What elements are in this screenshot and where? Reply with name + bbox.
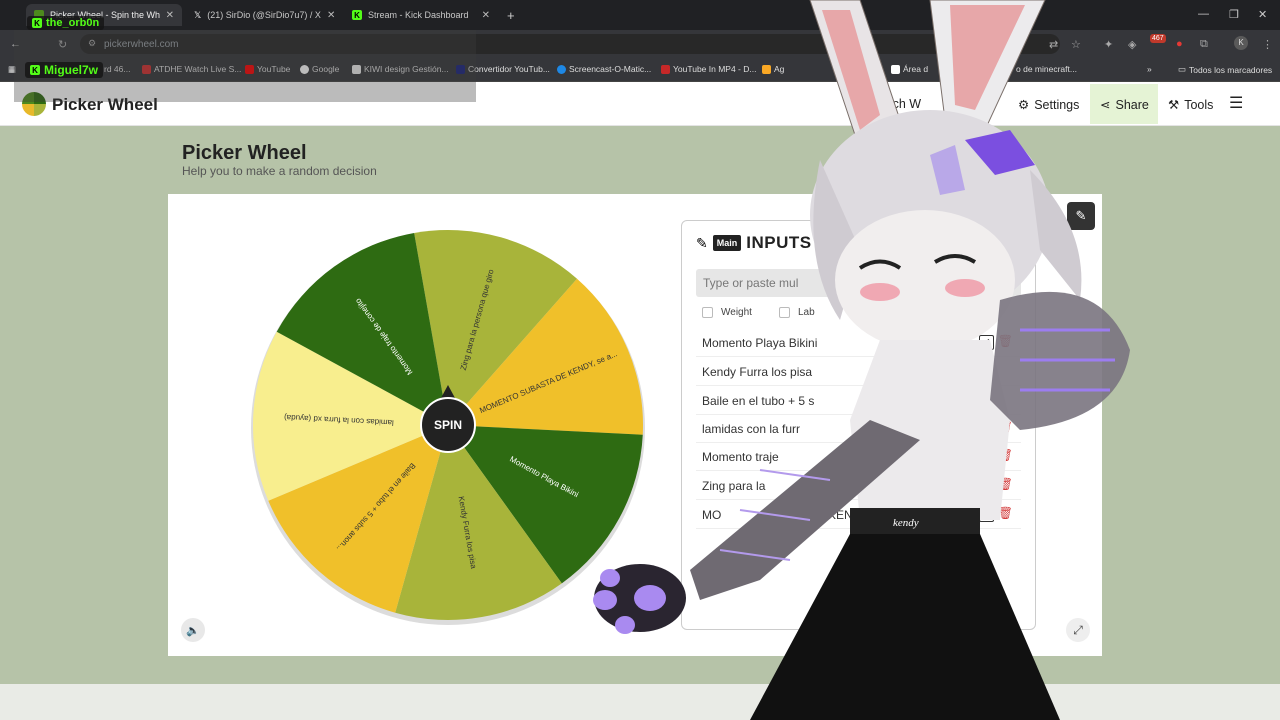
kick-logo-icon: K	[30, 65, 40, 75]
chat-user-tag: K Miguel7w	[25, 62, 104, 78]
picker-wheel[interactable]: Zing para la persona que giroMOMENTO SUB…	[250, 215, 650, 635]
maximize-icon[interactable]: ❐	[1229, 8, 1239, 21]
label-checkbox[interactable]	[779, 307, 790, 318]
bookmark-item[interactable]: acebook	[850, 64, 882, 74]
list-item[interactable]: lamidas con la furr 🗑	[696, 415, 1021, 443]
list-item[interactable]: Zing para la gir ✓ 🗑	[696, 472, 1021, 500]
chat-user-tag: K the_orb0n	[27, 16, 105, 30]
weight-checkbox[interactable]	[702, 307, 713, 318]
page-footer-band	[0, 684, 1280, 720]
add-entry-input[interactable]: Type or paste mul	[696, 269, 1021, 297]
check-icon[interactable]: ✓	[979, 449, 994, 464]
list-item[interactable]: Baile en el tubo + 5 s	[696, 387, 1021, 415]
extension-icon[interactable]: ✦	[1104, 38, 1113, 51]
fullscreen-icon[interactable]: ⤢	[1066, 618, 1090, 642]
trash-icon[interactable]: 🗑	[998, 448, 1013, 462]
share-link[interactable]: ⋖ Share	[1100, 97, 1149, 113]
close-icon[interactable]: ✕	[327, 10, 335, 21]
trash-icon[interactable]: 🗑	[998, 506, 1013, 520]
tab-title: Stream - Kick Dashboard	[368, 10, 469, 20]
translate-icon[interactable]: ⇄	[1049, 38, 1058, 51]
tab-title: (21) SirDio (@SirDio7u7) / X	[207, 10, 321, 20]
gear-icon: ⚙	[1018, 98, 1030, 112]
kick-logo-icon: K	[32, 18, 42, 28]
page-subtitle: Help you to make a random decision	[182, 164, 377, 178]
list-item[interactable]: Momento Playa Bikini ✓ 🗑	[696, 329, 1021, 357]
inputs-panel: ✎ Main INPUTS Type or paste mul Weight L…	[681, 220, 1036, 630]
close-window-icon[interactable]: ✕	[1258, 8, 1267, 21]
opera-icon[interactable]: ●	[1176, 38, 1183, 50]
spin-label[interactable]: SPIN	[434, 418, 462, 432]
bookmark-favicon-icon	[891, 64, 900, 74]
minimize-icon[interactable]: —	[1198, 8, 1209, 20]
inputs-title: INPUTS	[746, 233, 812, 252]
sound-toggle-icon[interactable]: 🔈	[181, 618, 205, 642]
screen: Picker Wheel - Spin the Wheel ✕ 𝕏 (21) S…	[0, 0, 1280, 720]
wrench-icon: ⚒	[1168, 98, 1180, 112]
check-icon[interactable]: ✓	[979, 335, 994, 350]
screencast-icon	[557, 64, 566, 74]
x-logo-icon: 𝕏	[194, 9, 202, 20]
bookmark-favicon-icon	[762, 64, 771, 74]
settings-link[interactable]: ⚙ Settings	[1018, 97, 1079, 113]
chevron-right-icon[interactable]: »	[1147, 64, 1152, 74]
plus-icon: +	[507, 7, 515, 23]
notification-badge[interactable]: 467	[1150, 34, 1166, 43]
main-badge[interactable]: Main	[712, 235, 742, 251]
new-tab-button[interactable]: +	[502, 4, 522, 26]
list-item[interactable]: MO DE KEN ✓ 🗑	[696, 501, 1021, 529]
trash-icon[interactable]: 🗑	[998, 420, 1013, 434]
tools-link[interactable]: ⚒ Tools	[1168, 97, 1213, 113]
bookmark-item[interactable]: Área d	[891, 64, 928, 74]
bookmark-item[interactable]: YouTube In MP4 - D...	[661, 64, 756, 74]
label-option[interactable]: Lab	[779, 307, 815, 318]
share-icon: ⋖	[1100, 98, 1111, 112]
edit-list-icon: ✎	[696, 234, 708, 251]
check-icon[interactable]: ✓	[979, 478, 994, 493]
youtube-mp4-icon	[661, 64, 670, 74]
extensions-puzzle-icon[interactable]: ⧉	[1200, 38, 1208, 51]
bookmark-item[interactable]: o de minecraft...	[1016, 64, 1077, 74]
extension-icon[interactable]: ◈	[1128, 38, 1136, 51]
tab-x-twitter[interactable]: 𝕏 (21) SirDio (@SirDio7u7) / X ✕	[186, 4, 340, 26]
bookmark-item[interactable]: Screencast-O-Matic...	[557, 64, 651, 74]
folder-icon: ▭	[1178, 64, 1187, 74]
browser-tab-bar: Picker Wheel - Spin the Wheel ✕ 𝕏 (21) S…	[0, 0, 1280, 30]
list-item[interactable]: Momento traje ✓ 🗑	[696, 443, 1021, 471]
close-icon[interactable]: ✕	[166, 10, 174, 21]
bookmark-item[interactable]: Ag	[762, 64, 784, 74]
trash-icon[interactable]: 🗑	[998, 477, 1013, 491]
check-icon[interactable]: ✓	[979, 507, 994, 522]
tab-kick-dashboard[interactable]: K Stream - Kick Dashboard ✕	[344, 4, 498, 26]
bookmark-star-icon[interactable]: ☆	[1071, 38, 1081, 51]
profile-avatar[interactable]: K	[1234, 36, 1248, 50]
hamburger-menu-icon[interactable]: ☰	[1229, 93, 1243, 113]
switch-wheel-link[interactable]: Switch W	[869, 97, 921, 111]
all-bookmarks-folder[interactable]: ▭ Todos los marcadores	[1178, 64, 1272, 75]
page-title: Picker Wheel	[182, 142, 307, 164]
edit-icon[interactable]: ✎	[1067, 202, 1095, 230]
weight-option[interactable]: Weight	[702, 307, 752, 318]
close-icon[interactable]: ✕	[482, 10, 490, 21]
more-menu-icon[interactable]: ⋮	[1262, 38, 1273, 51]
list-item[interactable]: Kendy Furra los pisa	[696, 358, 1021, 386]
inputs-header: ✎ Main INPUTS	[696, 233, 812, 253]
trash-icon[interactable]: 🗑	[998, 334, 1013, 348]
kick-favicon-icon: K	[352, 10, 362, 20]
